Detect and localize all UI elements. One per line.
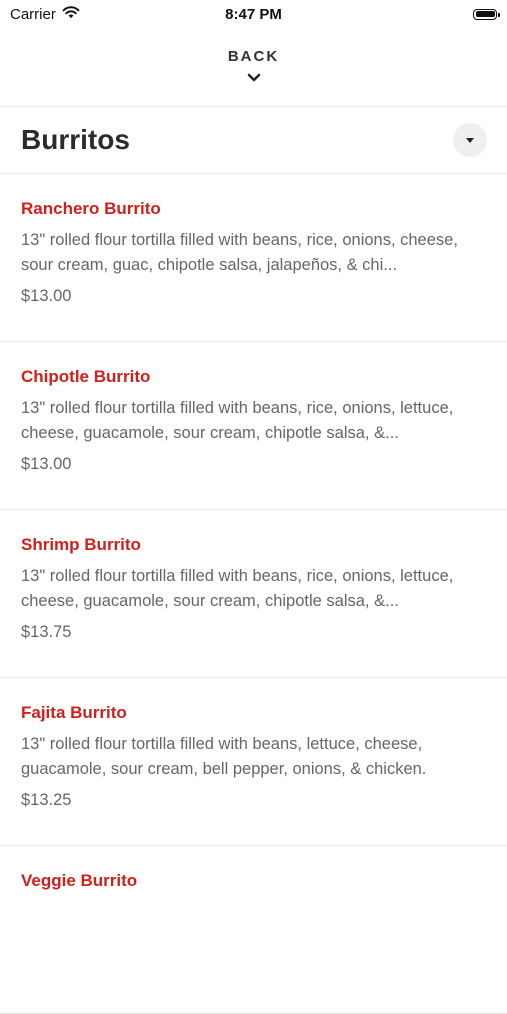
menu-item-description: 13" rolled flour tortilla filled with be… bbox=[21, 567, 454, 610]
section-title: Burritos bbox=[21, 124, 130, 155]
status-right bbox=[473, 8, 500, 20]
menu-item-fajita-burrito[interactable]: Fajita Burrito 13" rolled flour tortilla… bbox=[0, 678, 507, 846]
menu-item-description: 13" rolled flour tortilla filled with be… bbox=[21, 735, 427, 778]
status-bar: Carrier 8:47 PM bbox=[0, 0, 507, 28]
menu-item-description: 13" rolled flour tortilla filled with be… bbox=[21, 231, 458, 274]
menu-item-ranchero-burrito[interactable]: Ranchero Burrito 13" rolled flour tortil… bbox=[0, 174, 507, 342]
menu-list: Ranchero Burrito 13" rolled flour tortil… bbox=[0, 174, 507, 1014]
menu-item-shrimp-burrito[interactable]: Shrimp Burrito 13" rolled flour tortilla… bbox=[0, 510, 507, 678]
menu-item-name: Shrimp Burrito bbox=[21, 535, 141, 554]
battery-fill bbox=[475, 11, 495, 17]
menu-item-name: Ranchero Burrito bbox=[21, 199, 161, 218]
section-dropdown-button[interactable] bbox=[453, 123, 487, 157]
section-header: Burritos bbox=[0, 107, 507, 174]
menu-item-name: Fajita Burrito bbox=[21, 703, 127, 722]
caret-down-icon bbox=[466, 137, 474, 143]
menu-item-description: 13" rolled flour tortilla filled with be… bbox=[21, 399, 454, 442]
menu-item-chipotle-burrito[interactable]: Chipotle Burrito 13" rolled flour tortil… bbox=[0, 342, 507, 510]
menu-item-name: Veggie Burrito bbox=[21, 871, 138, 890]
carrier-label: Carrier bbox=[10, 5, 56, 23]
battery-icon bbox=[473, 8, 500, 20]
status-left: Carrier bbox=[10, 6, 80, 23]
menu-item-price: $13.00 bbox=[21, 287, 72, 305]
menu-item-veggie-burrito[interactable]: Veggie Burrito bbox=[0, 846, 507, 1014]
back-label: BACK bbox=[227, 47, 280, 65]
chevron-down-icon bbox=[247, 69, 261, 87]
wifi-icon bbox=[62, 5, 80, 23]
menu-item-price: $13.00 bbox=[21, 455, 72, 473]
back-button[interactable]: BACK bbox=[0, 28, 507, 107]
menu-item-price: $13.75 bbox=[21, 623, 72, 641]
menu-item-price: $13.25 bbox=[21, 791, 72, 809]
menu-item-name: Chipotle Burrito bbox=[21, 367, 151, 386]
